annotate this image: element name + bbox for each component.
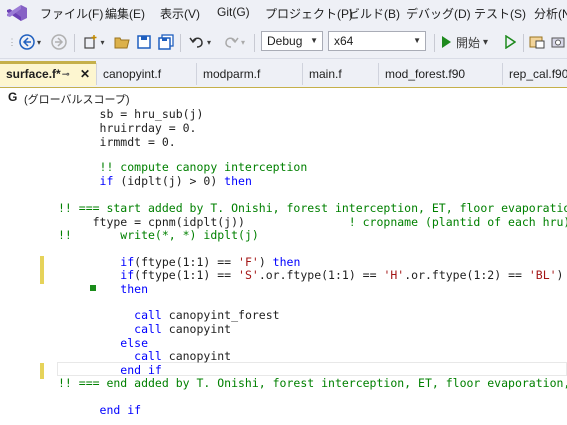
tab-modparm-f[interactable]: modparm.f: [196, 63, 302, 85]
menu-view[interactable]: 表示(V): [160, 5, 200, 22]
code-line: ftype = cpnm(idplt(j)) ! cropname (plant…: [58, 215, 567, 229]
back-arrow-icon: [19, 34, 35, 50]
menu-test[interactable]: テスト(S): [474, 5, 526, 22]
platform-value: x64: [334, 34, 354, 48]
menu-build[interactable]: ビルド(B): [348, 5, 400, 22]
play-icon: [442, 36, 451, 48]
document-tab-bar: surface.f* ⊸ ✕ canopyint.f modparm.f mai…: [0, 59, 567, 87]
start-debugging-button[interactable]: 開始 ▾: [440, 32, 500, 52]
menu-edit[interactable]: 編集(E): [105, 5, 145, 22]
save-button[interactable]: [134, 32, 154, 52]
platform-dropdown[interactable]: x64 ▼: [328, 31, 426, 51]
visual-studio-logo-icon[interactable]: [6, 4, 28, 22]
save-all-icon: [158, 34, 174, 50]
code-comment: !! === start added by T. Onishi, forest …: [58, 201, 567, 215]
tab-label: rep_cal.f90: [509, 67, 567, 81]
redo-icon: [225, 37, 239, 48]
menu-git[interactable]: Git(G): [217, 5, 250, 19]
navigation-bar[interactable]: G (グローバルスコープ): [0, 87, 567, 108]
menu-project[interactable]: プロジェクト(P): [265, 5, 353, 22]
open-file-button[interactable]: [112, 32, 132, 52]
code-line: if (idplt(j) > 0) then: [58, 174, 252, 188]
scope-dropdown[interactable]: (グローバルスコープ): [24, 91, 130, 107]
code-line: irmmdt = 0.: [58, 135, 176, 149]
menu-file[interactable]: ファイル(F): [40, 5, 103, 22]
chevron-down-icon: ▼: [310, 36, 318, 45]
tab-label: mod_forest.f90: [385, 67, 466, 81]
menu-bar: ファイル(F) 編集(E) 表示(V) Git(G) プロジェクト(P) ビルド…: [0, 0, 567, 26]
change-indicator: [40, 256, 44, 284]
code-line: else: [58, 336, 149, 350]
back-button[interactable]: ▾: [18, 32, 42, 52]
toolbar-separator: [180, 34, 181, 52]
configuration-value: Debug: [267, 34, 303, 48]
code-line: sb = hru_sub(j): [58, 107, 204, 121]
forward-button[interactable]: [50, 32, 68, 52]
tab-surface-f[interactable]: surface.f* ⊸ ✕: [0, 61, 96, 86]
forward-arrow-icon: [51, 34, 67, 50]
code-line: call canopyint: [58, 349, 232, 363]
browse-icon: [529, 36, 545, 49]
new-project-icon: [84, 35, 97, 49]
save-icon: [137, 35, 151, 49]
start-label: 開始: [456, 35, 481, 50]
toolbar-separator: [254, 34, 255, 52]
toolbar-grip-icon: ⋮: [7, 36, 17, 47]
tab-label: canopyint.f: [103, 67, 162, 81]
close-icon[interactable]: ✕: [80, 64, 90, 84]
camera-icon: [551, 37, 565, 48]
menu-analyze[interactable]: 分析(N: [534, 5, 567, 22]
tab-label: modparm.f: [203, 67, 261, 81]
code-line: hruirrday = 0.: [58, 121, 197, 135]
toolbar-separator: [74, 34, 75, 52]
start-without-debugging-button[interactable]: [502, 32, 518, 52]
configuration-dropdown[interactable]: Debug ▼: [261, 31, 323, 51]
tab-mod-forest-f90[interactable]: mod_forest.f90: [378, 63, 502, 85]
code-line: end if: [58, 403, 142, 417]
folder-open-icon: [114, 37, 130, 49]
scope-icon: G: [8, 90, 18, 104]
code-line: end if: [58, 363, 162, 377]
tab-label: surface.f*: [6, 67, 61, 81]
code-comment: !! compute canopy interception: [58, 160, 308, 174]
tab-rep-cal-f90[interactable]: rep_cal.f90: [502, 63, 567, 85]
chevron-down-icon: ▼: [413, 36, 421, 45]
chevron-down-icon[interactable]: ▾: [483, 37, 488, 48]
change-indicator: [40, 363, 44, 379]
save-all-button[interactable]: [156, 32, 176, 52]
code-line: if(ftype(1:1) == 'F') then: [58, 255, 301, 269]
code-line: if(ftype(1:1) == 'S'.or.ftype(1:1) == 'H…: [58, 268, 564, 282]
code-line: then: [58, 282, 149, 296]
code-editor[interactable]: sb = hru_sub(j) hruirrday = 0. irmmdt = …: [0, 107, 567, 425]
new-project-button[interactable]: ▾: [80, 32, 108, 52]
code-line: call canopyint_forest: [58, 308, 280, 322]
redo-button[interactable]: ▾: [220, 32, 248, 52]
tab-main-f[interactable]: main.f: [302, 63, 378, 85]
browse-button[interactable]: [528, 32, 546, 52]
code-comment: !! write(*, *) idplt(j): [58, 228, 259, 242]
code-comment: !! === end added by T. Onishi, forest in…: [58, 376, 567, 390]
menu-debug[interactable]: デバッグ(D): [406, 5, 471, 22]
undo-icon: [189, 37, 203, 48]
toolbar-separator: [434, 34, 435, 52]
pin-icon[interactable]: ⊸: [62, 64, 70, 84]
tab-canopyint-f[interactable]: canopyint.f: [96, 63, 196, 85]
undo-button[interactable]: ▾: [186, 32, 214, 52]
toolbar-separator: [523, 34, 524, 52]
tab-label: main.f: [309, 67, 342, 81]
play-outline-icon: [505, 35, 516, 49]
toolbar: ⋮ ▾ ▾ ▾ ▾ Debug ▼ x64 ▼ 開始 ▾: [0, 26, 567, 59]
screenshot-button[interactable]: [549, 32, 567, 52]
code-line: call canopyint: [58, 322, 232, 336]
